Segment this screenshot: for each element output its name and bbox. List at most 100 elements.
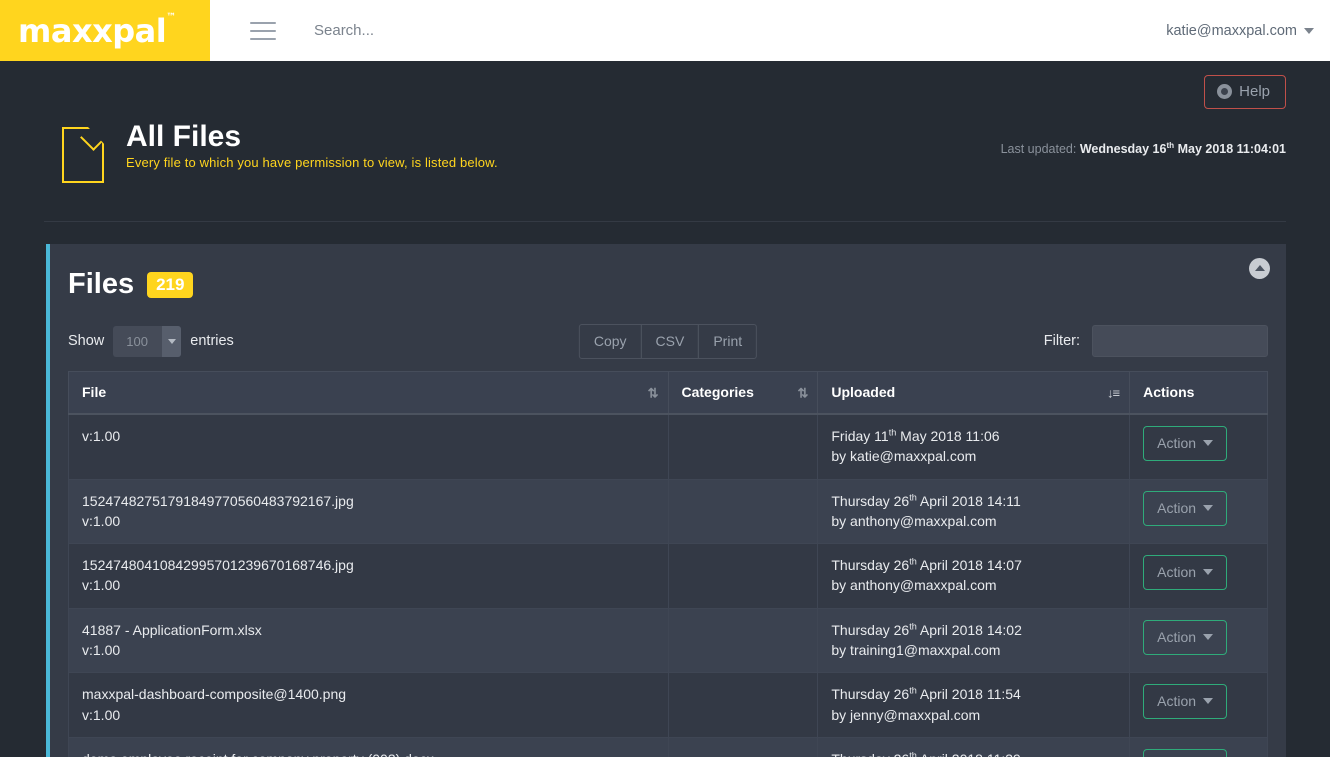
uploaded-by: by jenny@maxxpal.com: [831, 706, 981, 723]
cell-categories: [667, 607, 819, 674]
uploaded-date-rest: April 2018 14:07: [916, 557, 1022, 574]
export-button-group: Copy CSV Print: [578, 323, 758, 359]
panel-header: Files 219: [50, 244, 1286, 299]
file-version: v:1.00: [82, 642, 121, 659]
table-row: 15247480410842995701239670168746.jpg v:1.…: [68, 543, 1268, 609]
action-button-label: Action: [1157, 564, 1197, 581]
uploaded-date: Thursday 26: [831, 751, 909, 757]
sort-both-icon: ⇅: [797, 385, 808, 400]
chevron-down-icon: [1203, 569, 1214, 576]
uploaded-date-rest: April 2018 14:11: [916, 492, 1021, 509]
chevron-down-icon: [1203, 440, 1214, 446]
action-dropdown-button[interactable]: Action: [1143, 555, 1228, 591]
column-header-uploaded[interactable]: Uploaded ↓≡: [817, 371, 1131, 415]
hamburger-bar: [250, 29, 276, 32]
user-account-menu[interactable]: katie@maxxpal.com: [1166, 23, 1314, 39]
table-header-row: File ⇅ Categories ⇅ Uploaded ↓≡ Actions: [68, 371, 1268, 415]
file-version: v:1.00: [82, 706, 121, 723]
show-label: Show: [68, 333, 105, 349]
cell-categories: [667, 672, 819, 738]
uploaded-date-ordinal: th: [909, 750, 917, 757]
chevron-down-icon: [1203, 698, 1214, 705]
page-header-text: All Files Every file to which you have p…: [126, 121, 498, 170]
cell-file: v:1.00: [68, 413, 669, 480]
cell-actions: Action: [1129, 413, 1268, 480]
filter-label: Filter:: [1043, 333, 1080, 349]
cell-uploaded: Thursday 26th April 2018 14:11 by anthony…: [817, 478, 1131, 545]
hamburger-bar: [250, 21, 276, 24]
chevron-down-icon: [162, 325, 182, 357]
table-row: maxxpal-dashboard-composite@1400.png v:1.…: [68, 672, 1268, 738]
action-dropdown-button[interactable]: Action: [1143, 426, 1228, 461]
uploaded-date: Thursday 26: [831, 621, 910, 638]
files-table: File ⇅ Categories ⇅ Uploaded ↓≡ Actions: [68, 371, 1268, 757]
last-updated-day: Wednesday 16: [1079, 142, 1167, 157]
brand-logo[interactable]: maxxpal™: [0, 0, 210, 61]
cell-file: demo employee receipt for company proper…: [68, 736, 669, 757]
copy-button[interactable]: Copy: [578, 323, 642, 359]
file-version: v:1.00: [82, 512, 121, 529]
page-length-select[interactable]: 100: [113, 325, 182, 357]
cell-actions: Action: [1129, 478, 1268, 545]
files-table-body: v:1.00 Friday 11th May 2018 11:06 by katie…: [68, 413, 1268, 757]
search-input[interactable]: [312, 21, 612, 40]
files-panel: Files 219 Show 100 entries Copy CSV Prin…: [46, 244, 1286, 757]
uploaded-date-ordinal: th: [909, 491, 917, 502]
uploaded-by: by anthony@maxxpal.com: [831, 577, 997, 594]
last-updated-ordinal: th: [1166, 141, 1175, 150]
action-button-label: Action: [1157, 499, 1197, 516]
page-length-control: Show 100 entries: [68, 325, 234, 357]
cell-actions: Action: [1129, 543, 1268, 609]
chevron-down-icon: [1203, 504, 1214, 511]
panel-collapse-button[interactable]: [1249, 258, 1270, 279]
table-row: demo employee receipt for company proper…: [68, 736, 1268, 757]
file-version: v:1.00: [82, 577, 121, 594]
filter-input[interactable]: [1092, 325, 1268, 357]
action-dropdown-button[interactable]: Action: [1143, 748, 1228, 757]
cell-uploaded: Thursday 26th April 2018 11:54 by jenny@m…: [817, 672, 1131, 738]
cell-file: 41887 - ApplicationForm.xlsx v:1.00: [68, 607, 669, 674]
help-row: Help: [0, 61, 1330, 113]
last-updated-label: Last updated:: [1000, 142, 1077, 157]
last-updated-timestamp: Last updated: Wednesday 16th May 2018 11…: [1001, 141, 1286, 156]
action-dropdown-button[interactable]: Action: [1143, 684, 1228, 720]
uploaded-date-ordinal: th: [909, 621, 917, 632]
file-name: 41887 - ApplicationForm.xlsx: [82, 621, 262, 638]
uploaded-date-rest: May 2018 11:06: [896, 428, 1000, 444]
file-document-icon: [62, 127, 104, 183]
last-updated-rest: May 2018 11:04:01: [1174, 142, 1286, 157]
column-header-uploaded-label: Uploaded: [831, 384, 896, 400]
column-header-categories[interactable]: Categories ⇅: [667, 371, 819, 415]
column-header-actions-label: Actions: [1143, 384, 1195, 400]
file-name: 15247480410842995701239670168746.jpg: [82, 557, 354, 574]
cell-uploaded: Thursday 26th April 2018 14:02 by trainin…: [817, 607, 1131, 674]
files-count-badge: 219: [147, 271, 194, 298]
action-button-label: Action: [1157, 693, 1197, 710]
cell-actions: Action: [1129, 607, 1268, 674]
help-button-label: Help: [1239, 83, 1270, 100]
trademark-symbol: ™: [166, 11, 176, 23]
csv-button[interactable]: CSV: [640, 323, 700, 359]
hamburger-menu-icon[interactable]: [250, 21, 276, 40]
page-subtitle: Every file to which you have permission …: [126, 154, 498, 170]
page-header: All Files Every file to which you have p…: [44, 113, 1286, 222]
chevron-down-icon: [1304, 27, 1314, 34]
cell-file: maxxpal-dashboard-composite@1400.png v:1.…: [68, 672, 669, 738]
cell-uploaded: Thursday 26th April 2018 14:07 by anthony…: [817, 543, 1131, 609]
uploaded-by: by anthony@maxxpal.com: [831, 512, 997, 529]
page-title: All Files: [126, 120, 242, 153]
column-header-file[interactable]: File ⇅: [68, 371, 669, 415]
column-header-categories-label: Categories: [681, 384, 754, 400]
help-button[interactable]: Help: [1204, 75, 1286, 109]
action-dropdown-button[interactable]: Action: [1143, 490, 1228, 526]
uploaded-date: Thursday 26: [831, 492, 910, 509]
file-version: v:1.00: [82, 428, 121, 444]
uploaded-date-rest: April 2018 11:39: [917, 751, 1021, 757]
print-button[interactable]: Print: [698, 323, 758, 359]
cell-file: 15247482751791849770560483792167.jpg v:1.…: [68, 478, 669, 545]
cell-uploaded: Thursday 26th April 2018 11:39by jenny@m…: [817, 736, 1131, 757]
cell-categories: [667, 543, 819, 609]
action-button-label: Action: [1157, 628, 1197, 645]
action-dropdown-button[interactable]: Action: [1143, 619, 1228, 655]
chevron-down-icon: [1203, 633, 1214, 640]
